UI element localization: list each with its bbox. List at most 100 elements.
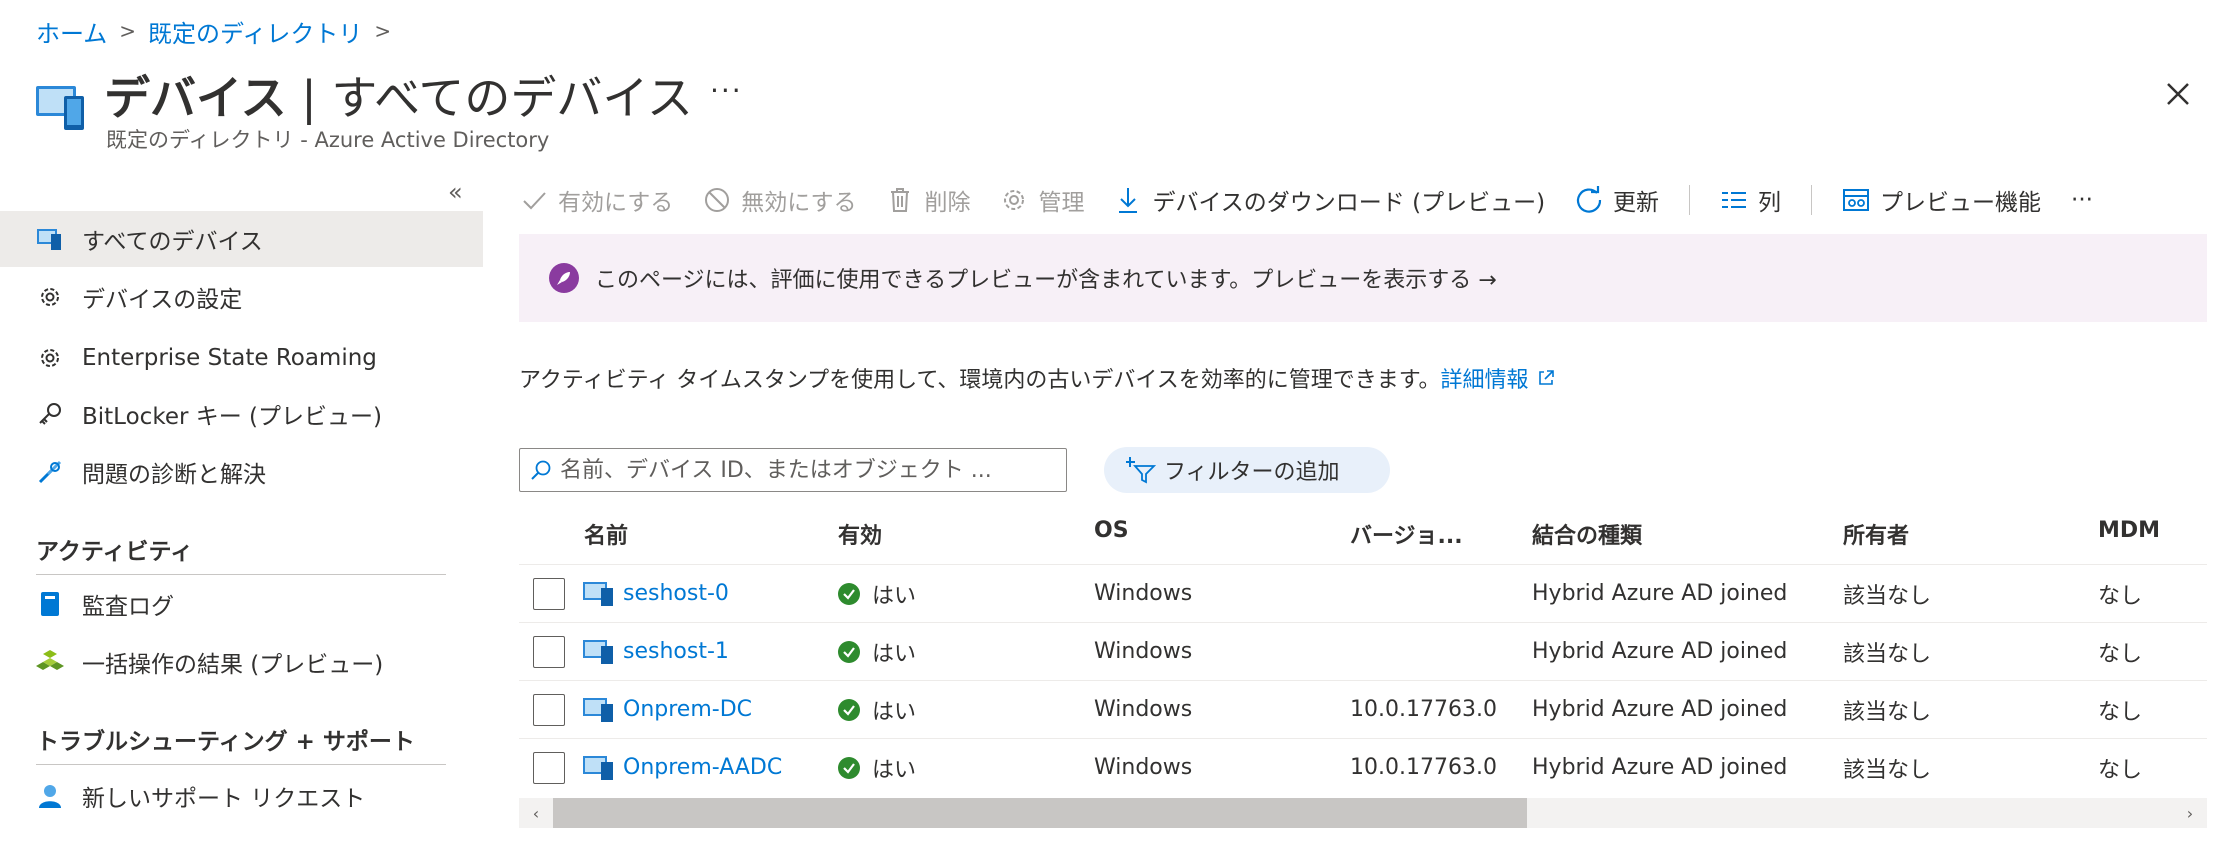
checkmark-icon — [520, 186, 548, 214]
more-options-button[interactable]: ··· — [710, 74, 743, 107]
page-title-main: デバイス — [104, 71, 287, 125]
devices-icon — [36, 82, 88, 132]
sidebar-item-audit-logs[interactable]: 監査ログ — [0, 576, 483, 632]
page-title-separator: | — [286, 71, 332, 125]
column-header-enabled[interactable]: 有効 — [838, 518, 882, 550]
refresh-label: 更新 — [1613, 190, 1660, 216]
owner-value: 該当なし — [1843, 699, 1932, 725]
table-row[interactable]: seshost-0 はい Windows Hybrid Azure AD joi… — [519, 564, 2207, 621]
sidebar-item-bulk-results[interactable]: 一括操作の結果 (プレビュー) — [0, 634, 483, 690]
table-row[interactable]: Onprem-DC はい Windows 10.0.17763.0 Hybrid… — [519, 680, 2207, 737]
row-checkbox[interactable] — [533, 635, 565, 668]
device-name-link[interactable]: seshost-0 — [623, 581, 729, 606]
chevron-right-icon: > — [374, 19, 392, 43]
sidebar-item-device-settings[interactable]: デバイスの設定 — [0, 269, 483, 325]
join-type-value: Hybrid Azure AD joined — [1532, 639, 1788, 664]
add-filter-icon — [1126, 456, 1156, 484]
devices-icon — [36, 225, 64, 253]
device-icon — [583, 754, 615, 782]
page-subtitle: 既定のディレクトリ - Azure Active Directory — [106, 128, 550, 152]
row-checkbox[interactable] — [533, 751, 565, 784]
column-header-name[interactable]: 名前 — [584, 518, 628, 550]
sidebar-item-label: 監査ログ — [82, 594, 174, 620]
preview-features-button[interactable]: プレビュー機能 — [1842, 183, 2041, 217]
success-check-icon — [838, 756, 860, 779]
row-checkbox[interactable] — [533, 693, 565, 726]
scroll-left-button[interactable]: ‹ — [519, 798, 553, 828]
sidebar-item-bitlocker-keys[interactable]: BitLocker キー (プレビュー) — [0, 386, 483, 442]
owner-value: 該当なし — [1843, 757, 1932, 783]
columns-icon — [1720, 186, 1748, 214]
refresh-icon — [1575, 186, 1603, 214]
breadcrumb-home[interactable]: ホーム — [36, 14, 107, 49]
disable-label: 無効にする — [741, 190, 857, 216]
device-name-link[interactable]: seshost-1 — [623, 639, 729, 664]
nav-section-support: トラブルシューティング + サポート — [36, 729, 415, 755]
refresh-button[interactable]: 更新 — [1575, 183, 1659, 217]
key-icon — [36, 400, 64, 428]
device-name-link[interactable]: Onprem-AADC — [623, 755, 782, 780]
column-header-owner[interactable]: 所有者 — [1843, 518, 1909, 550]
toolbar-more-button[interactable]: ··· — [2071, 187, 2093, 213]
wrench-icon — [36, 458, 64, 486]
disable-button[interactable]: 無効にする — [703, 183, 856, 217]
table-row[interactable]: Onprem-AADC はい Windows 10.0.17763.0 Hybr… — [519, 738, 2207, 795]
column-header-version[interactable]: バージョ... — [1350, 518, 1463, 550]
learn-more-link[interactable]: 詳細情報 — [1441, 362, 1529, 394]
download-icon — [1114, 186, 1142, 214]
column-header-os[interactable]: OS — [1094, 518, 1129, 543]
rocket-icon — [549, 263, 579, 293]
mdm-value: なし — [2098, 583, 2143, 609]
sidebar-item-label: 問題の診断と解決 — [82, 462, 266, 488]
enabled-value: はい — [872, 583, 917, 609]
join-type-value: Hybrid Azure AD joined — [1532, 697, 1788, 722]
sidebar-item-label: デバイスの設定 — [82, 287, 243, 313]
device-icon — [583, 696, 615, 724]
download-label: デバイスのダウンロード (プレビュー) — [1152, 190, 1546, 216]
device-name-link[interactable]: Onprem-DC — [623, 697, 752, 722]
columns-button[interactable]: 列 — [1720, 183, 1781, 217]
os-value: Windows — [1094, 581, 1193, 606]
sidebar-item-diagnose-solve[interactable]: 問題の診断と解決 — [0, 444, 483, 500]
preview-banner[interactable]: このページには、評価に使用できるプレビューが含まれています。プレビューを表示する… — [519, 234, 2207, 322]
row-checkbox[interactable] — [533, 577, 565, 610]
success-check-icon — [838, 582, 860, 605]
search-field[interactable] — [519, 448, 1067, 492]
column-header-join-type[interactable]: 結合の種類 — [1532, 518, 1642, 550]
preview-features-label: プレビュー機能 — [1880, 190, 2042, 216]
breadcrumb-directory[interactable]: 既定のディレクトリ — [148, 14, 362, 49]
preview-features-icon — [1842, 186, 1870, 214]
enabled-value: はい — [872, 641, 917, 667]
collapse-nav-button[interactable]: « — [448, 178, 463, 206]
close-icon[interactable] — [2160, 76, 2196, 112]
delete-label: 削除 — [924, 190, 971, 216]
command-bar: 有効にする 無効にする 削除 管理 デバイスのダウンロード (プレビュー) 更新… — [520, 176, 2123, 224]
book-icon — [36, 590, 64, 618]
os-value: Windows — [1094, 639, 1193, 664]
table-row[interactable]: seshost-1 はい Windows Hybrid Azure AD joi… — [519, 622, 2207, 679]
add-filter-button[interactable]: フィルターの追加 — [1104, 447, 1390, 493]
sidebar-item-new-support-request[interactable]: 新しいサポート リクエスト — [0, 768, 483, 824]
scroll-right-button[interactable]: › — [2173, 798, 2207, 828]
owner-value: 該当なし — [1843, 641, 1932, 667]
scrollbar-thumb[interactable] — [553, 798, 1527, 828]
column-header-mdm[interactable]: MDM — [2098, 518, 2160, 543]
preview-banner-text: このページには、評価に使用できるプレビューが含まれています。プレビューを表示する… — [595, 268, 1497, 293]
enabled-value: はい — [872, 699, 917, 725]
gear-icon — [36, 344, 64, 372]
toolbar-separator — [1689, 185, 1691, 215]
version-value: 10.0.17763.0 — [1350, 755, 1497, 780]
sidebar-item-label: Enterprise State Roaming — [82, 345, 377, 371]
os-value: Windows — [1094, 697, 1193, 722]
activity-info-text: アクティビティ タイムスタンプを使用して、環境内の古いデバイスを効率的に管理でき… — [519, 368, 1441, 393]
sidebar-item-label: 新しいサポート リクエスト — [82, 786, 366, 812]
search-input[interactable] — [560, 457, 1050, 483]
sidebar-item-enterprise-state-roaming[interactable]: Enterprise State Roaming — [0, 330, 483, 386]
manage-button[interactable]: 管理 — [1000, 183, 1084, 217]
download-devices-button[interactable]: デバイスのダウンロード (プレビュー) — [1114, 183, 1545, 217]
nav-divider — [36, 574, 446, 575]
sidebar-item-all-devices[interactable]: すべてのデバイス — [0, 211, 483, 267]
enable-button[interactable]: 有効にする — [520, 183, 673, 217]
support-person-icon — [36, 782, 64, 810]
delete-button[interactable]: 削除 — [886, 183, 970, 217]
